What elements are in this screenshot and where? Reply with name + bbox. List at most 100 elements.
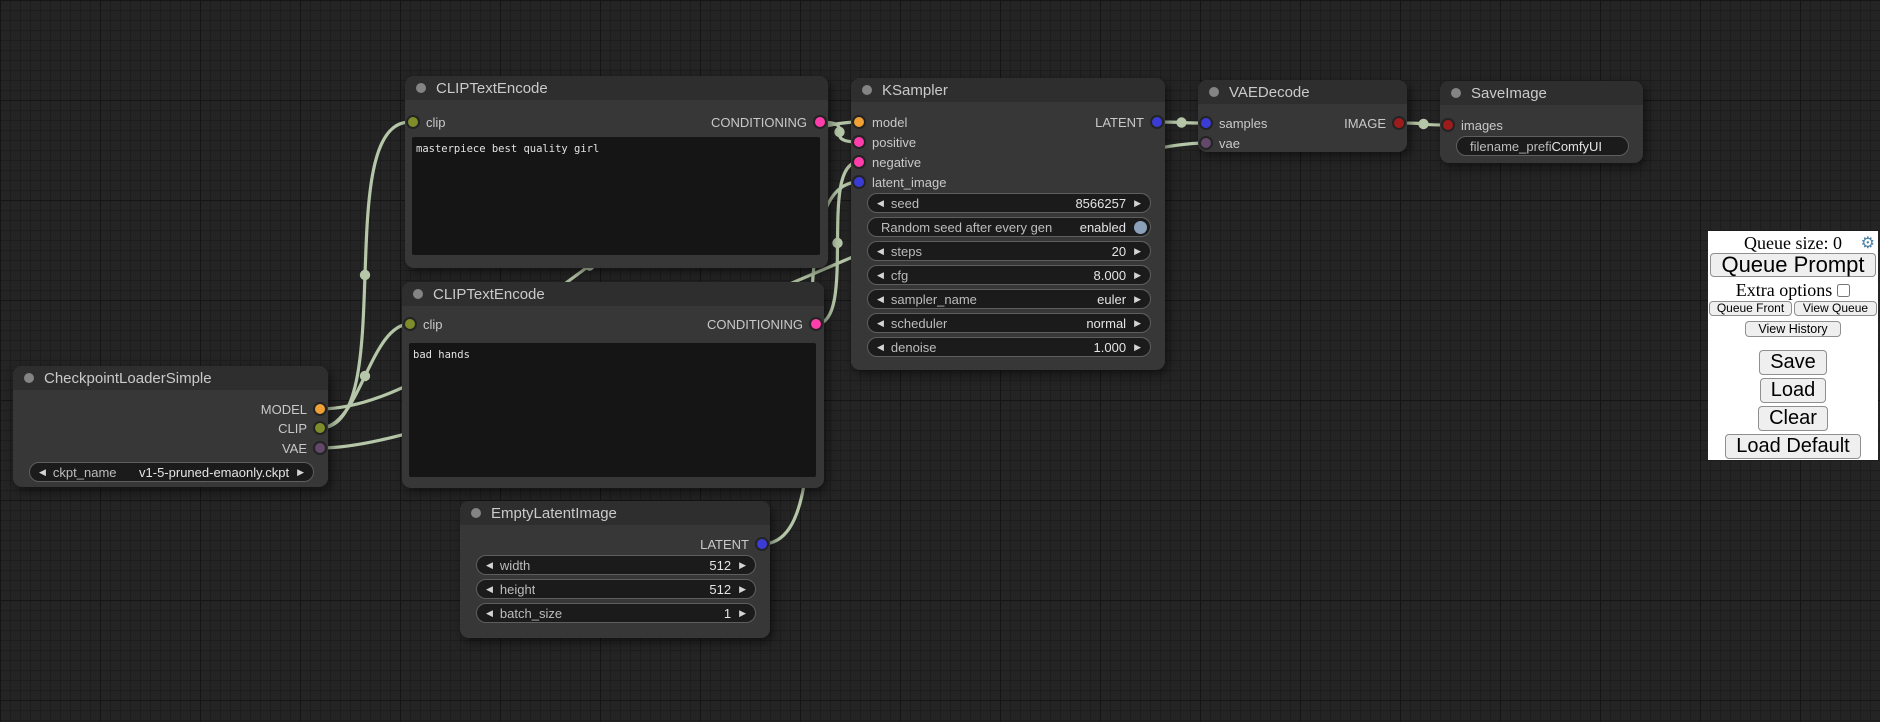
widget-value: 1 bbox=[724, 606, 731, 621]
port-label: LATENT bbox=[700, 537, 749, 552]
save-button[interactable]: Save bbox=[1759, 350, 1827, 375]
height-widget[interactable]: ◀height512▶ bbox=[476, 579, 756, 599]
input-port-latent_image: latent_image bbox=[851, 172, 946, 192]
sampler_name-widget[interactable]: ◀sampler_nameeuler▶ bbox=[867, 289, 1151, 309]
collapse-dot-icon[interactable] bbox=[1451, 88, 1461, 98]
widget-decrement-icon[interactable]: ◀ bbox=[877, 319, 884, 328]
positive-input-port-dot[interactable] bbox=[854, 137, 864, 147]
widget-label: cfg bbox=[891, 268, 908, 283]
node-clip-text-encode-positive[interactable]: CLIPTextEncodeclipCONDITIONINGmasterpiec… bbox=[405, 76, 828, 268]
widget-decrement-icon[interactable]: ◀ bbox=[877, 295, 884, 304]
queue-prompt-button[interactable]: Queue Prompt bbox=[1710, 253, 1876, 277]
load-default-button[interactable]: Load Default bbox=[1725, 434, 1860, 459]
port-label: CONDITIONING bbox=[707, 317, 803, 332]
widget-decrement-icon[interactable]: ◀ bbox=[877, 247, 884, 256]
collapse-dot-icon[interactable] bbox=[413, 289, 423, 299]
output-port-CLIP: CLIP bbox=[278, 418, 328, 438]
widget-decrement-icon[interactable]: ◀ bbox=[877, 343, 884, 352]
CONDITIONING-output-port-dot[interactable] bbox=[815, 117, 825, 127]
extra-options-checkbox[interactable] bbox=[1837, 284, 1850, 297]
node-graph-canvas[interactable]: CheckpointLoaderSimpleMODELCLIPVAE◀ckpt_… bbox=[0, 0, 1880, 722]
view-queue-button[interactable]: View Queue bbox=[1794, 301, 1877, 316]
widget-increment-icon[interactable]: ▶ bbox=[1134, 247, 1141, 256]
node-clip-text-encode-negative[interactable]: CLIPTextEncodeclipCONDITIONINGbad hands bbox=[402, 282, 824, 488]
CONDITIONING-output-port-dot[interactable] bbox=[811, 319, 821, 329]
widget-increment-icon[interactable]: ▶ bbox=[739, 609, 746, 618]
collapse-dot-icon[interactable] bbox=[1209, 87, 1219, 97]
settings-gear-icon[interactable]: ⚙ bbox=[1861, 233, 1875, 253]
toggle-dot[interactable] bbox=[1134, 221, 1147, 234]
collapse-dot-icon[interactable] bbox=[862, 85, 872, 95]
CLIP-output-port-dot[interactable] bbox=[315, 423, 325, 433]
batch_size-widget[interactable]: ◀batch_size1▶ bbox=[476, 603, 756, 623]
widget-decrement-icon[interactable]: ◀ bbox=[877, 199, 884, 208]
Random seed after every gen-widget[interactable]: Random seed after every genenabled bbox=[867, 217, 1151, 237]
negative-input-port-dot[interactable] bbox=[854, 157, 864, 167]
queue-front-button[interactable]: Queue Front bbox=[1709, 301, 1792, 316]
widget-increment-icon[interactable]: ▶ bbox=[739, 561, 746, 570]
LATENT-output-port-dot[interactable] bbox=[1152, 117, 1162, 127]
images-input-port-dot[interactable] bbox=[1443, 120, 1453, 130]
widget-increment-icon[interactable]: ▶ bbox=[1134, 319, 1141, 328]
node-ksampler[interactable]: KSamplermodelpositivenegativelatent_imag… bbox=[851, 78, 1165, 370]
LATENT-output-port-dot[interactable] bbox=[757, 539, 767, 549]
widget-value: ComfyUI bbox=[1551, 139, 1602, 154]
MODEL-output-port-dot[interactable] bbox=[315, 404, 325, 414]
node-vae-decode[interactable]: VAEDecodesamplesvaeIMAGE bbox=[1198, 80, 1407, 152]
input-port-samples: samples bbox=[1198, 113, 1267, 133]
ckpt_name-widget[interactable]: ◀ckpt_namev1-5-pruned-emaonly.ckpt▶ bbox=[29, 462, 314, 482]
IMAGE-output-port-dot[interactable] bbox=[1394, 118, 1404, 128]
widget-increment-icon[interactable]: ▶ bbox=[1134, 199, 1141, 208]
widget-label: ckpt_name bbox=[53, 465, 117, 480]
widget-decrement-icon[interactable]: ◀ bbox=[877, 271, 884, 280]
node-title-bar: CLIPTextEncode bbox=[405, 76, 828, 100]
collapse-dot-icon[interactable] bbox=[24, 373, 34, 383]
clear-button[interactable]: Clear bbox=[1758, 406, 1828, 431]
latent_image-input-port-dot[interactable] bbox=[854, 177, 864, 187]
prompt-textarea[interactable]: masterpiece best quality girl bbox=[412, 137, 820, 255]
output-port-LATENT: LATENT bbox=[700, 534, 770, 554]
samples-input-port-dot[interactable] bbox=[1201, 118, 1211, 128]
port-label: vae bbox=[1219, 136, 1240, 151]
steps-widget[interactable]: ◀steps20▶ bbox=[867, 241, 1151, 261]
widget-decrement-icon[interactable]: ◀ bbox=[486, 585, 493, 594]
widget-decrement-icon[interactable]: ◀ bbox=[486, 609, 493, 618]
node-title-label: CLIPTextEncode bbox=[436, 80, 548, 97]
cfg-widget[interactable]: ◀cfg8.000▶ bbox=[867, 265, 1151, 285]
queue-size-label: Queue size: 0 bbox=[1744, 233, 1842, 253]
input-port-negative: negative bbox=[851, 152, 921, 172]
node-title-label: CheckpointLoaderSimple bbox=[44, 370, 212, 387]
widget-value: 8566257 bbox=[1075, 196, 1126, 211]
scheduler-widget[interactable]: ◀schedulernormal▶ bbox=[867, 313, 1151, 333]
widget-label: seed bbox=[891, 196, 919, 211]
clip-input-port-dot[interactable] bbox=[408, 117, 418, 127]
widget-increment-icon[interactable]: ▶ bbox=[1134, 295, 1141, 304]
widget-decrement-icon[interactable]: ◀ bbox=[39, 468, 46, 477]
widget-increment-icon[interactable]: ▶ bbox=[1134, 343, 1141, 352]
prompt-textarea[interactable]: bad hands bbox=[409, 343, 816, 477]
widget-increment-icon[interactable]: ▶ bbox=[739, 585, 746, 594]
denoise-widget[interactable]: ◀denoise1.000▶ bbox=[867, 337, 1151, 357]
node-checkpoint-loader[interactable]: CheckpointLoaderSimpleMODELCLIPVAE◀ckpt_… bbox=[13, 366, 328, 487]
widget-decrement-icon[interactable]: ◀ bbox=[486, 561, 493, 570]
filename_prefix-widget[interactable]: filename_prefixComfyUI bbox=[1456, 136, 1629, 156]
clip-input-port-dot[interactable] bbox=[405, 319, 415, 329]
node-title-label: VAEDecode bbox=[1229, 84, 1310, 101]
VAE-output-port-dot[interactable] bbox=[315, 443, 325, 453]
widget-increment-icon[interactable]: ▶ bbox=[1134, 271, 1141, 280]
vae-input-port-dot[interactable] bbox=[1201, 138, 1211, 148]
model-input-port-dot[interactable] bbox=[854, 117, 864, 127]
output-port-CONDITIONING: CONDITIONING bbox=[711, 112, 828, 132]
node-title-label: CLIPTextEncode bbox=[433, 286, 545, 303]
node-empty-latent-image[interactable]: EmptyLatentImageLATENT◀width512▶◀height5… bbox=[460, 501, 770, 638]
node-save-image[interactable]: SaveImageimagesfilename_prefixComfyUI bbox=[1440, 81, 1643, 163]
load-button[interactable]: Load bbox=[1760, 378, 1827, 403]
seed-widget[interactable]: ◀ seed 8566257 ▶ bbox=[867, 193, 1151, 213]
widget-value: 20 bbox=[1112, 244, 1126, 259]
width-widget[interactable]: ◀width512▶ bbox=[476, 555, 756, 575]
widget-increment-icon[interactable]: ▶ bbox=[297, 468, 304, 477]
widget-label: scheduler bbox=[891, 316, 947, 331]
collapse-dot-icon[interactable] bbox=[416, 83, 426, 93]
collapse-dot-icon[interactable] bbox=[471, 508, 481, 518]
view-history-button[interactable]: View History bbox=[1745, 321, 1840, 337]
